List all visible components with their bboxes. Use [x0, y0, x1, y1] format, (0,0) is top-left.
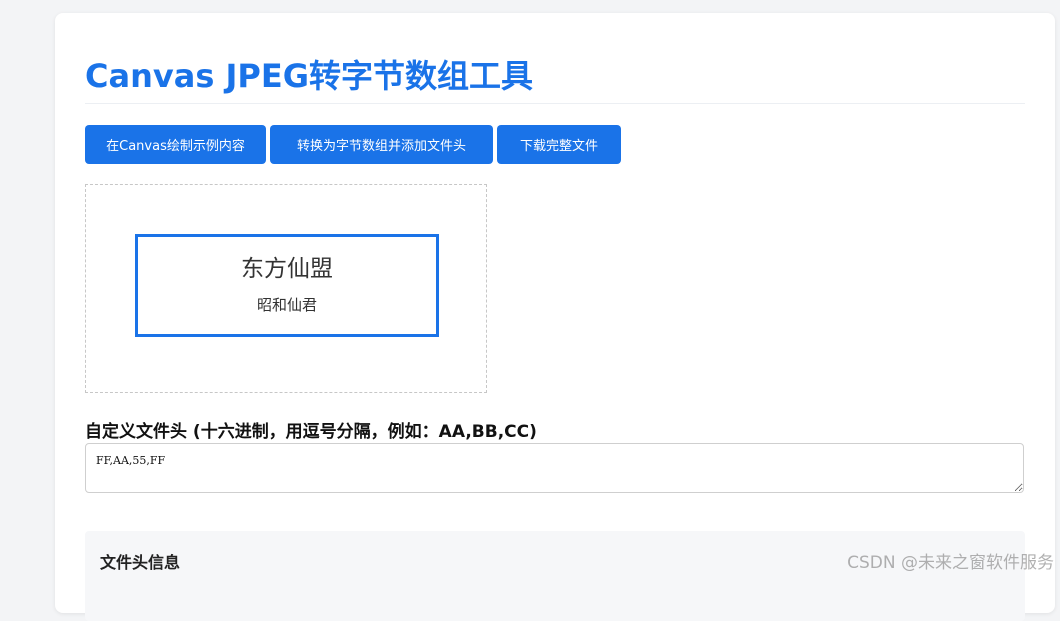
- file-header-info-panel: 文件头信息: [85, 531, 1025, 621]
- file-header-info-title: 文件头信息: [100, 553, 181, 572]
- page-title: Canvas JPEG转字节数组工具: [85, 57, 533, 95]
- canvas-drawing-frame: 东方仙盟 昭和仙君: [135, 234, 439, 337]
- canvas-main-text: 东方仙盟: [241, 256, 333, 282]
- canvas-preview: 东方仙盟 昭和仙君: [85, 184, 487, 393]
- main-card: Canvas JPEG转字节数组工具 在Canvas绘制示例内容 转换为字节数组…: [55, 13, 1055, 621]
- download-button[interactable]: 下载完整文件: [497, 125, 621, 164]
- file-header-input[interactable]: FF,AA,55,FF: [85, 443, 1024, 493]
- convert-button[interactable]: 转换为字节数组并添加文件头: [270, 125, 493, 164]
- title-divider: [85, 103, 1025, 104]
- draw-sample-button[interactable]: 在Canvas绘制示例内容: [85, 125, 266, 164]
- canvas-sub-text: 昭和仙君: [256, 296, 317, 314]
- file-header-label: 自定义文件头 (十六进制，用逗号分隔，例如：AA,BB,CC): [85, 422, 537, 442]
- watermark: CSDN @未来之窗软件服务: [847, 553, 1054, 573]
